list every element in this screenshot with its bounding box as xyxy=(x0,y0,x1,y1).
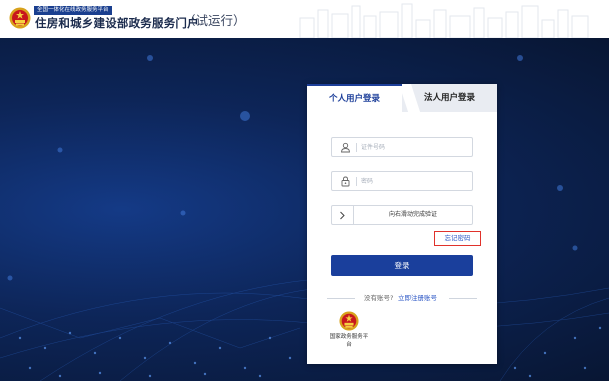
tab-personal-user-login[interactable]: 个人用户登录 xyxy=(307,84,402,112)
register-link[interactable]: 立即注册账号 xyxy=(398,292,437,304)
no-account-text: 没有账号? xyxy=(364,294,394,302)
forgot-password-link[interactable]: 忘记密码 xyxy=(434,231,481,246)
login-button[interactable]: 登录 xyxy=(331,255,473,276)
password-field xyxy=(331,171,473,191)
network-globe-decoration xyxy=(0,55,609,381)
slider-instruction: 向右滑动完成验证 xyxy=(388,211,437,218)
gov-platform-label: 国家政务服务平台 xyxy=(329,334,369,348)
slide-verification: 向右滑动完成验证 xyxy=(331,205,473,225)
field-separator xyxy=(356,143,357,152)
user-icon xyxy=(341,142,350,153)
login-card: 法人用户登录 个人用户登录 向右滑动完成验证 忘记密码 登录 没有账号? xyxy=(307,84,497,364)
gov-platform-login[interactable]: 国家政务服务平台 xyxy=(329,308,369,352)
site-title: 住房和城乡建设部政务服务门户 xyxy=(35,16,199,30)
city-skyline-decoration xyxy=(299,3,589,38)
id-number-input[interactable] xyxy=(361,141,469,154)
slider-handle[interactable] xyxy=(332,206,354,224)
register-row: 没有账号? 立即注册账号 xyxy=(307,292,497,304)
national-emblem-icon xyxy=(9,7,31,29)
trial-label: （试运行） xyxy=(183,13,246,28)
chevron-right-icon xyxy=(340,211,345,219)
divider-line xyxy=(449,298,477,299)
login-tabs: 法人用户登录 个人用户登录 xyxy=(307,84,497,112)
field-separator xyxy=(356,177,357,186)
site-header: 全国一体化在线政务服务平台 住房和城乡建设部政务服务门户 （试运行） xyxy=(0,0,609,38)
hero-background xyxy=(0,38,609,381)
divider-line xyxy=(327,298,355,299)
platform-tag: 全国一体化在线政务服务平台 xyxy=(34,6,112,15)
id-number-field xyxy=(331,137,473,157)
password-input[interactable] xyxy=(361,175,469,188)
lock-icon xyxy=(341,176,350,187)
national-emblem-icon xyxy=(339,311,359,331)
